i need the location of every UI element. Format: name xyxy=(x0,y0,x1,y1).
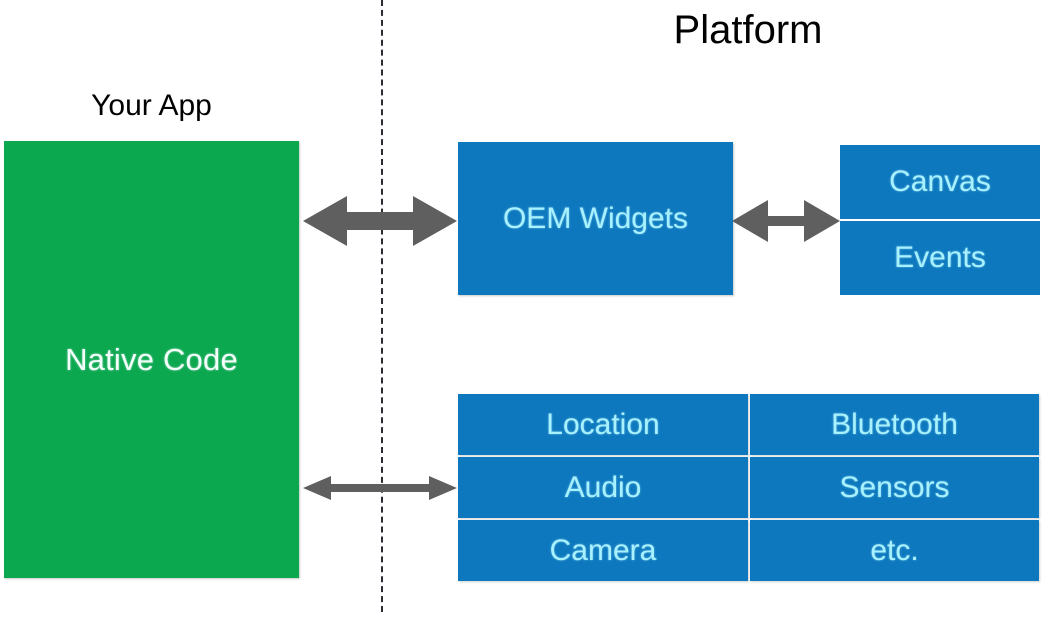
canvas-label: Canvas xyxy=(889,165,991,198)
capability-cell-location: Location xyxy=(458,394,748,455)
platform-heading: Platform xyxy=(673,8,823,52)
canvas-events-stack: Canvas Events xyxy=(840,145,1040,295)
capability-label: Bluetooth xyxy=(831,407,958,441)
native-code-box: Native Code xyxy=(4,141,299,578)
capability-label: Sensors xyxy=(839,470,950,504)
your-app-heading: Your App xyxy=(91,89,212,122)
double-arrow-icon-app-to-capabilities xyxy=(301,468,459,513)
capability-cell-camera: Camera xyxy=(458,520,748,581)
native-code-label: Native Code xyxy=(65,341,238,377)
capability-label: Location xyxy=(546,407,660,441)
capability-label: Camera xyxy=(549,533,657,567)
events-label: Events xyxy=(894,241,986,274)
canvas-box: Canvas xyxy=(840,145,1040,219)
events-box: Events xyxy=(840,219,1040,295)
capability-cell-etc: etc. xyxy=(750,520,1039,581)
oem-widgets-label: OEM Widgets xyxy=(502,201,689,235)
double-arrow-icon-oem-to-canvas xyxy=(730,196,842,251)
app-platform-divider-line xyxy=(381,0,383,612)
capability-cell-audio: Audio xyxy=(458,457,748,518)
capability-label: Audio xyxy=(564,470,642,504)
platform-capabilities-grid: Location Bluetooth Audio Sensors Camera … xyxy=(458,394,1039,581)
capability-cell-sensors: Sensors xyxy=(750,457,1039,518)
capability-cell-bluetooth: Bluetooth xyxy=(750,394,1039,455)
oem-widgets-box: OEM Widgets xyxy=(458,142,733,295)
capability-label: etc. xyxy=(870,533,919,567)
double-arrow-icon-app-to-oem xyxy=(301,190,459,257)
diagram-canvas: Platform Your App Native Code OEM Widget… xyxy=(0,0,1048,618)
